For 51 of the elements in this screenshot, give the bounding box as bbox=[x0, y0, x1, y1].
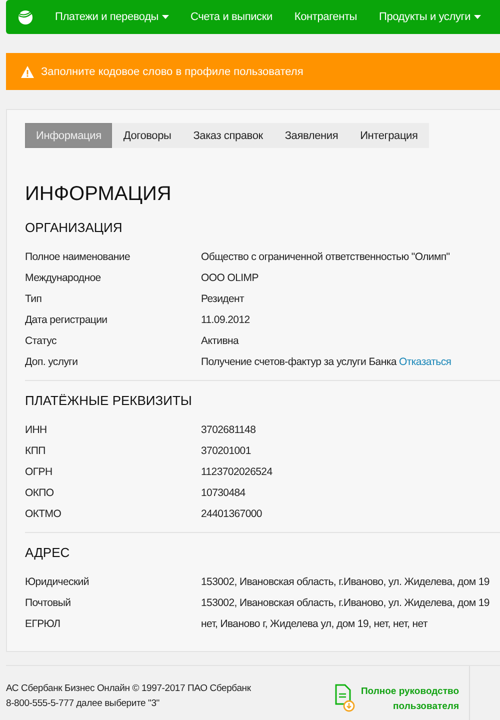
field-label: Дата регистрации bbox=[25, 314, 108, 326]
caret-icon bbox=[474, 15, 481, 19]
nav-link[interactable]: Продукты и услуги bbox=[379, 11, 481, 23]
tab[interactable]: Договоры bbox=[112, 123, 182, 148]
field-label: Почтовый bbox=[25, 596, 72, 608]
warning-text: Заполните кодовое слово в профиле пользователя bbox=[41, 66, 304, 78]
section-heading: АДРЕС bbox=[25, 545, 71, 560]
footer-text: АС Сбербанк Бизнес Онлайн © 1997-2017 ПАО Сбербанк bbox=[6, 682, 252, 696]
tab[interactable]: Заявления bbox=[274, 123, 350, 148]
field-label: Полное наименование bbox=[25, 250, 131, 262]
field-value: Общество с ограниченной ответственностью "Олимп" bbox=[201, 250, 450, 262]
logo-icon bbox=[18, 10, 33, 24]
field-label: Международное bbox=[25, 272, 102, 284]
field-label: КПП bbox=[25, 444, 46, 456]
caret-icon bbox=[162, 15, 168, 19]
field-value: Резидент bbox=[201, 292, 244, 304]
field-value: нет, Иваново г, Жиделева ул, дом 19, нет, нет, нет bbox=[201, 618, 428, 630]
section-heading: ОРГАНИЗАЦИЯ bbox=[25, 220, 124, 235]
field-value: 153002, Ивановская область, г.Иваново, ул. Жиделева, дом 19 bbox=[201, 596, 490, 608]
tab[interactable]: Информация bbox=[25, 123, 112, 148]
field-label: ОГРН bbox=[25, 466, 54, 478]
user-guide-link[interactable]: Полное руководство пользователя bbox=[334, 666, 470, 720]
field-value: Активна bbox=[201, 334, 239, 346]
field-value: 153002, Ивановская область, г.Иваново, ул. Жиделева, дом 19 bbox=[201, 576, 490, 588]
field-value: ООО OLIMP bbox=[201, 272, 258, 284]
footer-text: 8-800-555-5-777 далее выберите "3" bbox=[6, 697, 160, 711]
field-label: ЕГРЮЛ bbox=[25, 618, 62, 630]
field-value: 370201001 bbox=[201, 444, 251, 456]
field-label: Статус bbox=[25, 334, 58, 346]
field-label: Юридический bbox=[25, 576, 90, 588]
field-label: Доп. услуги bbox=[25, 356, 79, 368]
decline-link[interactable]: Отказаться bbox=[399, 356, 452, 368]
tab[interactable]: Интеграция bbox=[349, 123, 429, 148]
field-value: Получение счетов-фактур за услуги Банка Отказаться bbox=[201, 356, 452, 368]
nav-link[interactable]: Платежи и переводы bbox=[55, 11, 168, 23]
field-value: 10730484 bbox=[201, 486, 246, 498]
field-label: ОКТМО bbox=[25, 508, 62, 520]
field-value: 11.09.2012 bbox=[201, 314, 250, 326]
field-value: 1123702026524 bbox=[201, 466, 272, 478]
page-title: ИНФОРМАЦИЯ bbox=[25, 183, 172, 206]
field-value: 24401367000 bbox=[201, 508, 262, 520]
tab[interactable]: Заказ справок bbox=[182, 123, 274, 148]
field-label: ИНН bbox=[25, 424, 48, 436]
nav-link[interactable]: Счета и выписки bbox=[190, 11, 272, 23]
field-label: Тип bbox=[25, 292, 43, 304]
document-download-icon bbox=[334, 684, 355, 712]
section-heading: ПЛАТЁЖНЫЕ РЕКВИЗИТЫ bbox=[25, 393, 193, 408]
nav-link[interactable]: Контрагенты bbox=[294, 11, 357, 23]
field-label: ОКПО bbox=[25, 486, 55, 498]
field-value: 3702681148 bbox=[201, 424, 256, 436]
warning-icon bbox=[21, 66, 34, 78]
